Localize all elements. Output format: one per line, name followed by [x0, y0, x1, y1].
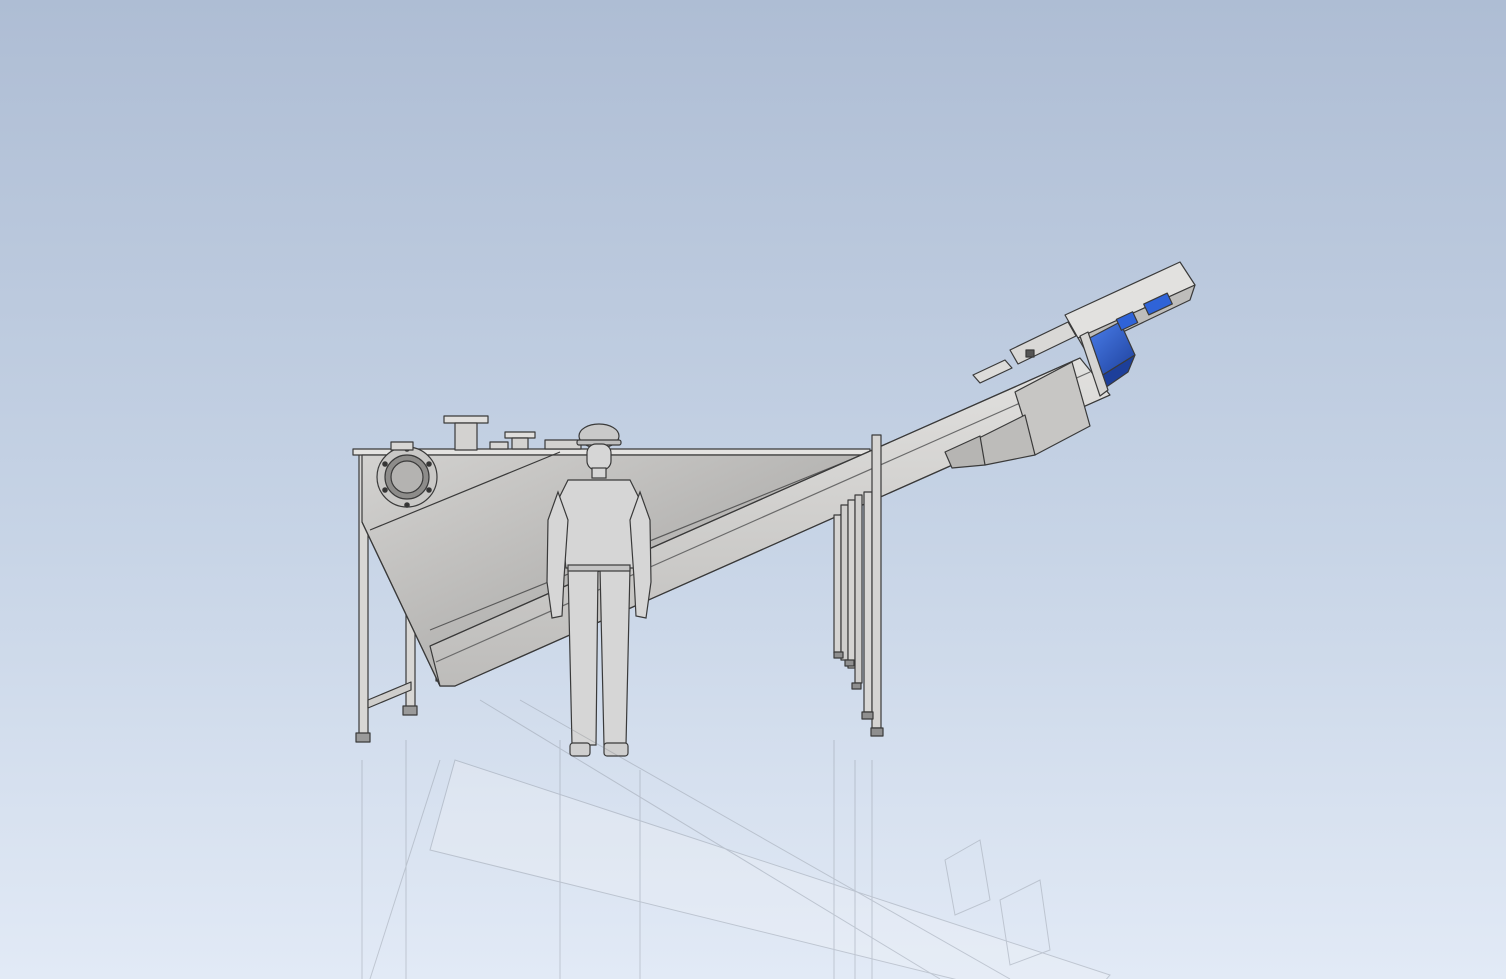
scene-canvas[interactable] — [0, 0, 1506, 979]
cad-viewport[interactable] — [0, 0, 1506, 979]
inspection-porthole — [376, 446, 438, 508]
